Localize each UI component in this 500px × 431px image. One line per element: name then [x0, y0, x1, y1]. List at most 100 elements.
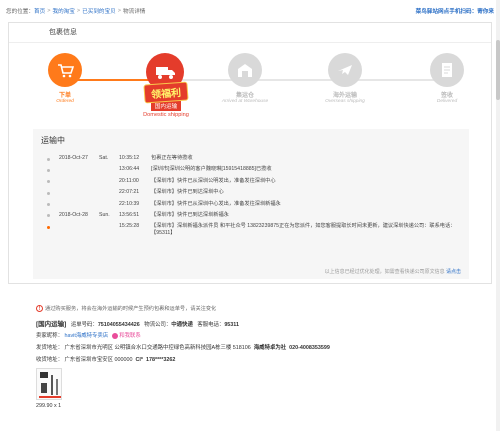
step-label-cn: 签收 [440, 93, 453, 99]
waybill-label: 运单号码： [70, 322, 98, 328]
log-message: 【深圳市】快件已到达深圳中心 [151, 189, 224, 196]
log-message: [深圳市]深圳公明的客户魏晓琳[15915418885]已揽收 [151, 166, 272, 173]
step-label-en: Domestic shipping [143, 112, 189, 118]
logistics-status-title: 运输中 [41, 136, 65, 145]
timeline-dot [47, 157, 50, 161]
logistics-row: 15:25:28 【深圳市】深圳新福永派件员 和平社众号 13823239875正… [33, 221, 469, 243]
waybill-number: 75104055434426 [97, 322, 140, 328]
carrier-label: 物流公司： [144, 322, 172, 328]
step-warehouse: 集运仓 Arrived at Warehouse [215, 53, 275, 104]
breadcrumb-bought-items[interactable]: 已买到的宝贝 [82, 7, 116, 15]
service-phone-label: 客服电话： [197, 322, 225, 328]
logistics-row: 2018-Oct-27 Sat. 10:35:12 包裹正在等待揽收 [33, 153, 469, 164]
step-label-en: Overseas shipping [325, 99, 365, 104]
breadcrumb-sep: > [117, 8, 121, 14]
timeline-dot [47, 225, 50, 229]
warehouse-icon [228, 53, 262, 87]
log-weekday: Sat. [99, 155, 109, 161]
logistics-rows: 2018-Oct-27 Sat. 10:35:12 包裹正在等待揽收 13:06:44 [… [33, 153, 469, 243]
contact-seller-link[interactable]: 和我联系 [119, 333, 141, 339]
seller-row: 卖家昵称： havit海威特专卖店 和我联系 [36, 331, 141, 339]
from-name: 海威特卓为社 [253, 345, 287, 351]
from-address-row: 发货地址： 广东省深圳市光明区 公明镇合水口交通路中控绿色高新科技园A栋三楼 5… [36, 343, 330, 351]
log-weekday: Sun. [99, 211, 110, 218]
logistics-timeline: 运输中 2018-Oct-27 Sat. 10:35:12 包裹正在等待揽收 13:06… [33, 129, 469, 279]
breadcrumb-home[interactable]: 首页 [34, 7, 45, 15]
log-time: 13:56:51 [119, 211, 140, 218]
step-label-en: Arrived at Warehouse [221, 99, 269, 104]
from-address-label: 发货地址： [36, 345, 63, 351]
step-label-en: Ordered [56, 99, 74, 104]
shipment-type: [国内运输] [36, 321, 67, 328]
promo-badge[interactable]: 领福利 国内运输 Domestic shipping [135, 81, 197, 118]
package-info-panel: 包裹信息 下单 Ordered 集运仓 Arrived at Warehouse [8, 22, 492, 284]
breadcrumb-my-taobao[interactable]: 我的淘宝 [52, 7, 74, 15]
document-icon [430, 53, 464, 87]
log-message: 【深圳市】快件已从深圳公明发出，准备发往深圳中心 [151, 177, 276, 184]
logistics-footer-link[interactable]: 请点击 [446, 269, 461, 275]
progress-steps: 下单 Ordered 集运仓 Arrived at Warehouse 海外运输… [9, 45, 491, 125]
breadcrumb-current: 物流详情 [123, 9, 146, 15]
log-message: 【深圳市】快件已到达深圳新福永 [151, 211, 229, 218]
log-date: 2018-Oct-27 [59, 155, 88, 161]
step-label-cn: 海外运输 [332, 93, 357, 99]
to-name: Cl* [135, 357, 143, 363]
step-ordered: 下单 Ordered [35, 53, 95, 104]
timeline-dot [47, 180, 50, 184]
service-phone: 95311 [224, 322, 240, 328]
log-message: 包裹正在等待揽收 [151, 155, 193, 161]
plane-icon [328, 53, 362, 87]
log-time: 22:07:21 [119, 189, 140, 196]
log-message: 【深圳市】快件已从深圳中心发出，准备发往深圳新福永 [151, 200, 281, 207]
breadcrumb-sep: > [76, 8, 81, 14]
timeline-dot [47, 214, 50, 218]
scrollbar-thumb[interactable] [496, 40, 500, 100]
step-overseas: 海外运输 Overseas shipping [315, 53, 375, 104]
logistics-row: 2018-Oct-28 Sun. 13:56:51 【深圳市】快件已到达深圳新福永 [33, 210, 469, 221]
top-right-link[interactable]: 菜鸟驿站网点手机扫码：寄你来 [416, 7, 494, 15]
logistics-footer: 以上信息已经过优化处理，如需查看快递公司原文信息 请点击 [325, 268, 461, 275]
to-phone: 178****3262 [145, 357, 176, 363]
breadcrumb-prefix: 您的位置： [6, 9, 34, 15]
timeline-dot [47, 191, 50, 195]
panel-title: 包裹信息 [9, 23, 491, 43]
product-thumbnail[interactable] [36, 368, 62, 400]
log-time: 22:10:39 [119, 200, 140, 207]
shipping-notice: ! 通过购买服务，将会在海外运输的时候产生预约包裹和运单号，请关注变化 [36, 305, 216, 312]
step-label-cn: 集运仓 [235, 93, 254, 99]
breadcrumb-sep: > [47, 8, 51, 14]
timeline-dot [47, 168, 50, 172]
log-time: 13:06:44 [119, 166, 140, 173]
scrollbar[interactable] [496, 0, 500, 431]
carrier-name: 中通快递 [171, 322, 193, 328]
top-bar: 您的位置： 首页 > 我的淘宝 > 已买到的宝贝 > 物流详情 菜鸟驿站网点手机… [0, 0, 500, 22]
logistics-footer-text: 以上信息已经过优化处理，如需查看快递公司原文信息 [324, 269, 445, 275]
shipping-notice-text: 通过购买服务，将会在海外运输的时候产生预约包裹和运单号，请关注变化 [45, 306, 217, 312]
to-address: 广东省深圳市宝安区 000000 [64, 357, 133, 363]
from-address: 广东省深圳市光明区 公明镇合水口交通路中控绿色高新科技园A栋三楼 518106 [64, 345, 251, 351]
log-time: 10:35:12 [119, 155, 140, 161]
step-label-en: Delivered [436, 99, 458, 104]
log-time: 15:25:28 [119, 223, 140, 230]
waybill-row: [国内运输] 运单号码：75104055434426 物流公司：中通快递 客服电… [36, 318, 239, 328]
item-price-qty: 299.90 x 1 [36, 403, 62, 409]
logistics-row: 22:10:39 【深圳市】快件已从深圳中心发出，准备发往深圳新福永 [33, 199, 469, 210]
to-address-row: 收货地址： 广东省深圳市宝安区 000000 Cl* 178****3262 [36, 355, 175, 363]
timeline-dot [47, 203, 50, 207]
log-message: 【深圳市】深圳新福永派件员 和平社众号 13823239875正在为您派件，如您… [151, 223, 456, 237]
warning-icon: ! [36, 305, 43, 312]
logistics-row: 20:11:00 【深圳市】快件已从深圳公明发出，准备发往深圳中心 [33, 176, 469, 187]
chat-icon[interactable] [111, 332, 118, 339]
seller-name[interactable]: havit海威特专卖店 [64, 333, 108, 339]
cart-icon [48, 53, 82, 87]
logistics-row: 22:07:21 【深圳市】快件已到达深圳中心 [33, 187, 469, 198]
step-label-cn: 下单 [58, 93, 71, 99]
log-date: 2018-Oct-28 [59, 211, 88, 218]
promo-badge-title: 领福利 [143, 81, 189, 104]
from-phone: 020-4008353599 [289, 345, 330, 351]
log-time: 20:11:00 [119, 177, 139, 184]
to-address-label: 收货地址： [36, 357, 63, 363]
progress-line-pending [159, 79, 459, 81]
logistics-row: 13:06:44 [深圳市]深圳公明的客户魏晓琳[15915418885]已揽收 [33, 164, 469, 175]
seller-label: 卖家昵称： [36, 333, 63, 339]
